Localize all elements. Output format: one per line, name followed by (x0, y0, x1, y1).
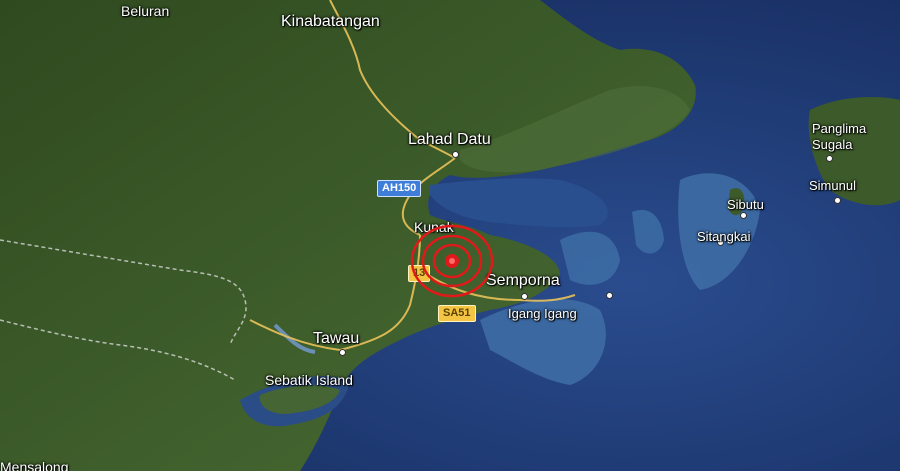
sibutu-dot (740, 212, 747, 219)
road-shield-sa51: SA51 (438, 305, 476, 322)
panglima-sugala-dot (826, 155, 833, 162)
semporna-dot (521, 293, 528, 300)
place-label-sebatik-island: Sebatik Island (265, 372, 353, 388)
place-label-panglima-sugala: Panglima Sugala (812, 121, 867, 152)
place-label-semporna: Semporna (486, 272, 560, 289)
place-label-beluran: Beluran (121, 3, 170, 19)
place-label-mensalong: Mensalong (0, 459, 69, 471)
place-label-lahad-datu: Lahad Datu (408, 131, 491, 148)
place-label-simunul: Simunul (809, 178, 856, 193)
place-label-kinabatangan: Kinabatangan (281, 13, 380, 30)
place-label-sitangkai: Sitangkai (697, 229, 751, 244)
satellite-map[interactable]: Beluran Kinabatangan Lahad Datu Kunak Se… (0, 0, 900, 471)
place-label-igang-igang: Igang Igang (508, 306, 577, 321)
road-shield-ah150: AH150 (377, 180, 422, 197)
igang-igang-dot (606, 292, 613, 299)
tawau-dot (339, 349, 346, 356)
place-label-sibutu: Sibutu (727, 197, 764, 212)
place-label-tawau: Tawau (313, 330, 360, 347)
lahad-datu-dot (452, 151, 459, 158)
simunul-dot (834, 197, 841, 204)
earthquake-epicenter-icon[interactable] (408, 223, 496, 299)
